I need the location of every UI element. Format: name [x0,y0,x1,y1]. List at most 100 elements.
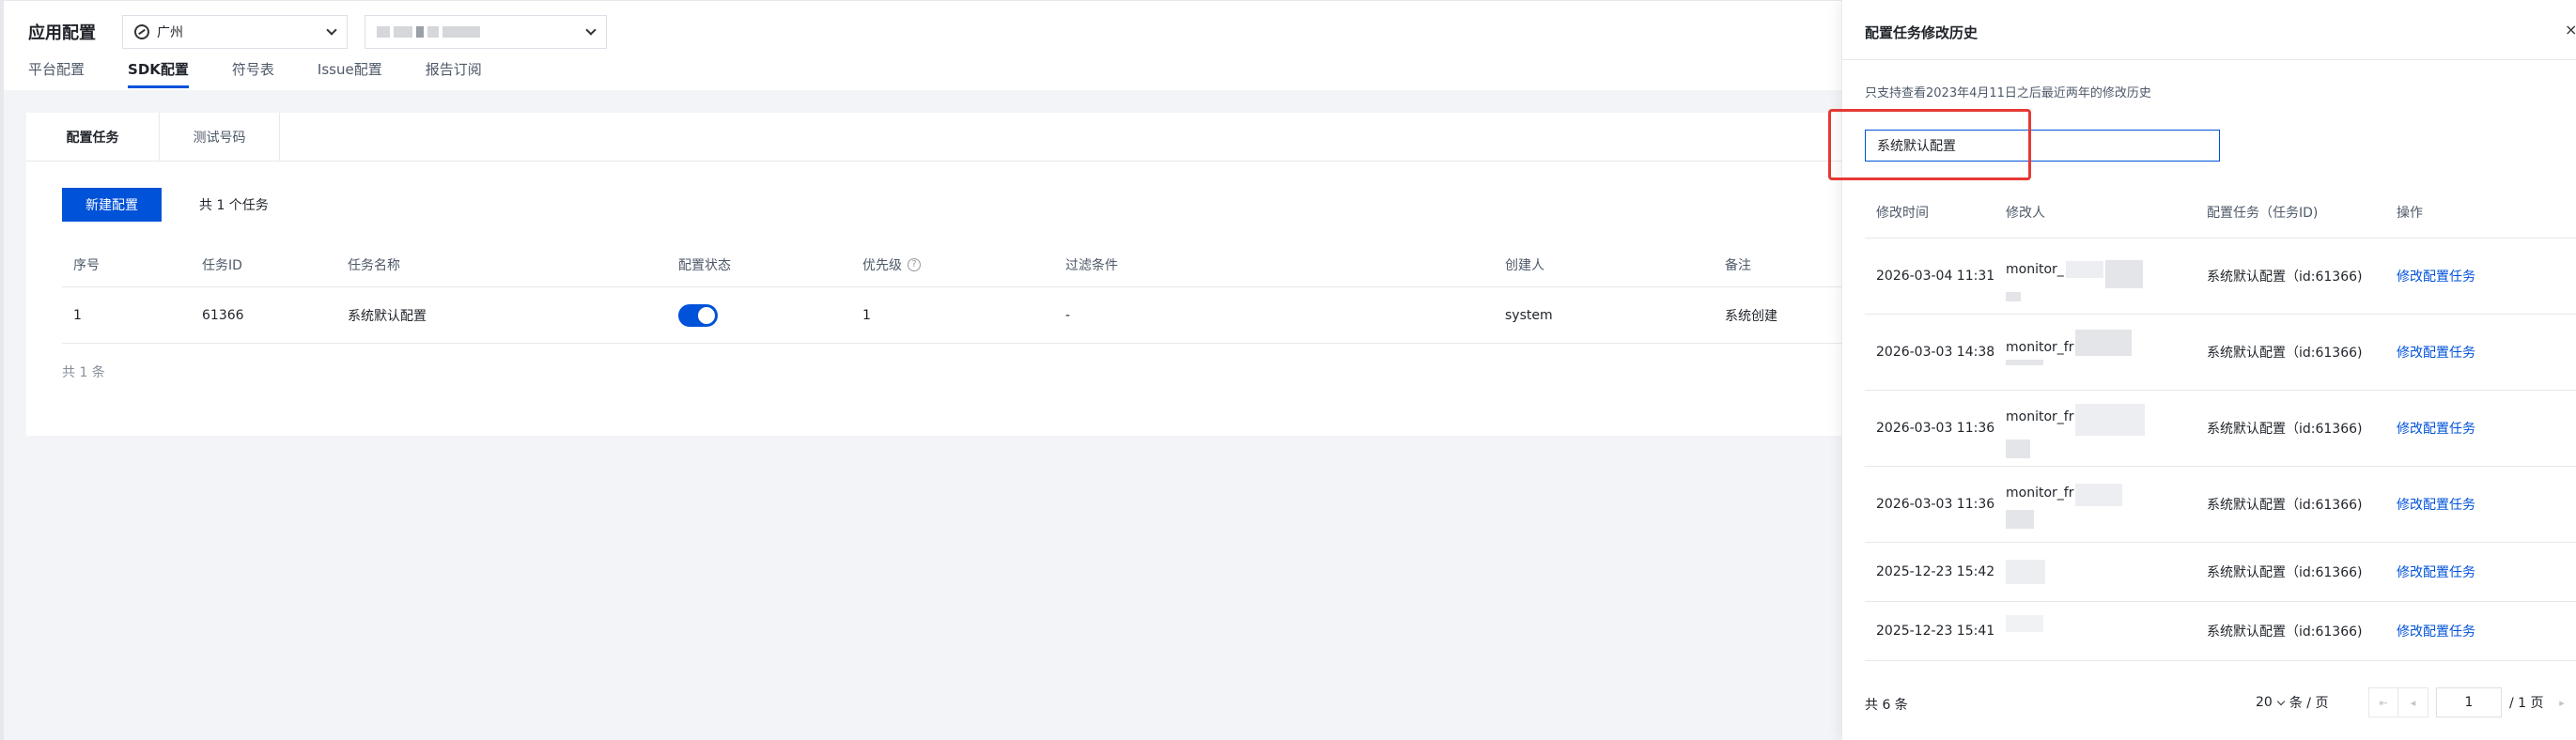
modify-config-link[interactable]: 修改配置任务 [2397,467,2475,542]
history-table-header: 修改时间 修改人 配置任务（任务ID) 操作 [1865,186,2576,239]
col-task-name: 任务名称 [348,257,400,273]
app-select[interactable] [365,15,607,49]
redacted-block [2065,261,2103,278]
row-time: 2025-12-23 15:42 [1876,564,1995,579]
new-config-button[interactable]: 新建配置 [62,188,162,222]
row-task: 系统默认配置（id:61366) [2207,346,2363,361]
task-search-input[interactable] [1865,130,2220,162]
table-total: 共 1 条 [62,365,105,380]
drawer-title: 配置任务修改历史 [1865,24,1979,41]
row-user: monitor_fr [2006,467,2123,542]
row-time: 2025-12-23 15:41 [1876,624,1995,639]
prev-page-icon[interactable]: ◂ [2398,687,2429,717]
row-time: 2026-03-04 11:31 [1876,269,1995,284]
drawer-note: 只支持查看2023年4月11日之后最近两年的修改历史 [1865,86,2151,100]
tab-platform-config[interactable]: 平台配置 [28,59,85,88]
table-row: 2025-12-23 15:41 系统默认配置（id:61366) 修改配置任务 [1865,602,2576,661]
tab-test-numbers[interactable]: 测试号码 [160,113,280,161]
pager: ⇤ ◂ 1 / 1 页 ▸ [2368,687,2576,717]
history-drawer: 配置任务修改历史 × 只支持查看2023年4月11日之后最近两年的修改历史 修改… [1841,0,2576,740]
row-task-name: 系统默认配置 [348,308,427,324]
redacted-block [2006,560,2045,584]
row-filter: - [1065,307,1071,323]
page-number-input[interactable]: 1 [2436,687,2502,717]
history-pagination: 共 6 条 20 条 / 页 ⇤ ◂ 1 / 1 页 ▸ [1865,687,2576,717]
chevron-down-icon [2276,697,2286,705]
row-user: monitor_fr [2006,391,2146,466]
status-toggle[interactable] [678,303,718,327]
nav-tabs: 平台配置 SDK配置 符号表 Issue配置 报告订阅 [28,59,482,88]
next-page-icon[interactable]: ▸ [2547,687,2576,717]
row-task: 系统默认配置（id:61366) [2207,498,2363,513]
redacted-block [2006,292,2021,301]
redacted-block [2104,260,2143,288]
col-priority: 优先级 ? [862,242,921,286]
col-index: 序号 [73,257,100,273]
col-priority-label: 优先级 [862,257,902,273]
col-modifier: 修改人 [2006,205,2045,221]
page-header: 应用配置 广州 平台配置 SDK配置 符号表 Issue配置 报告订阅 [4,0,1841,90]
region-select[interactable]: 广州 [122,15,348,49]
row-user-name: monitor_ [2006,262,2064,277]
row-note: 系统创建 [1725,308,1777,324]
row-index: 1 [73,307,82,323]
col-note: 备注 [1725,257,1751,273]
page-size-unit: 条 / 页 [2289,696,2329,711]
tasks-table: 序号 任务ID 任务名称 配置状态 优先级 ? 过滤条件 创建人 备注 1 61… [62,242,1841,380]
tab-sdk-config[interactable]: SDK配置 [128,59,189,88]
col-status: 配置状态 [678,257,731,273]
redacted-block [2006,439,2030,458]
modify-config-link[interactable]: 修改配置任务 [2397,543,2475,601]
row-user: monitor_ [2006,239,2143,314]
row-user: monitor_fr [2006,315,2133,390]
table-row: 2026-03-03 11:36 monitor_fr 系统默认配置（id:61… [1865,467,2576,543]
row-user-name: monitor_fr [2006,486,2074,501]
first-page-icon[interactable]: ⇤ [2368,687,2398,717]
redacted-block [2006,615,2043,632]
tab-symbol-table[interactable]: 符号表 [232,59,274,88]
col-action: 操作 [2397,205,2423,221]
row-task: 系统默认配置（id:61366) [2207,422,2363,437]
table-row: 1 61366 系统默认配置 1 - system 系统创建 [62,287,1841,344]
modify-config-link[interactable]: 修改配置任务 [2397,315,2475,390]
total-pages: / 1 页 [2509,696,2544,711]
modify-config-link[interactable]: 修改配置任务 [2397,602,2475,660]
task-count: 共 1 个任务 [199,198,269,213]
table-row: 2026-03-03 11:36 monitor_fr 系统默认配置（id:61… [1865,391,2576,467]
modify-config-link[interactable]: 修改配置任务 [2397,391,2475,466]
table-row: 2025-12-23 15:42 系统默认配置（id:61366) 修改配置任务 [1865,543,2576,602]
col-task-id: 任务ID [202,257,242,273]
row-time: 2026-03-03 11:36 [1876,497,1995,512]
tab-report-subscription[interactable]: 报告订阅 [426,59,482,88]
config-card: 配置任务 测试号码 新建配置 共 1 个任务 序号 任务ID 任务名称 配置状态… [26,113,1841,436]
redacted-block [2075,404,2146,436]
col-filter: 过滤条件 [1065,257,1118,273]
tab-issue-config[interactable]: Issue配置 [318,59,382,88]
page-size-select[interactable]: 20 条 / 页 [2256,693,2328,712]
row-task-id: 61366 [202,307,244,323]
modify-config-link[interactable]: 修改配置任务 [2397,239,2475,314]
close-icon[interactable]: × [2565,21,2576,39]
table-row: 2026-03-04 11:31 monitor_ 系统默认配置（id:6136… [1865,239,2576,315]
chevron-down-icon [326,24,337,36]
row-user-name: monitor_fr [2006,340,2074,355]
history-table: 修改时间 修改人 配置任务（任务ID) 操作 2026-03-04 11:31 … [1865,186,2576,661]
row-time: 2026-03-03 14:38 [1876,345,1995,360]
history-total: 共 6 条 [1865,698,1908,713]
row-task: 系统默认配置（id:61366) [2207,270,2363,285]
table-header: 序号 任务ID 任务名称 配置状态 优先级 ? 过滤条件 创建人 备注 [62,242,1841,287]
drawer-header: 配置任务修改历史 × [1842,0,2576,60]
row-status [678,287,718,343]
redacted-block [2006,510,2034,529]
row-creator: system [1505,307,1553,323]
col-creator: 创建人 [1505,257,1544,273]
app-select-value-redacted [377,26,587,38]
redacted-block [2075,484,2123,506]
help-icon[interactable]: ? [908,257,921,271]
window-left-border [0,0,4,740]
tab-config-tasks[interactable]: 配置任务 [26,113,160,161]
sub-tabs: 配置任务 测试号码 [26,113,1841,162]
table-row: 2026-03-03 14:38 monitor_fr 系统默认配置（id:61… [1865,315,2576,391]
page-title: 应用配置 [28,23,96,43]
row-task: 系统默认配置（id:61366) [2207,624,2363,640]
